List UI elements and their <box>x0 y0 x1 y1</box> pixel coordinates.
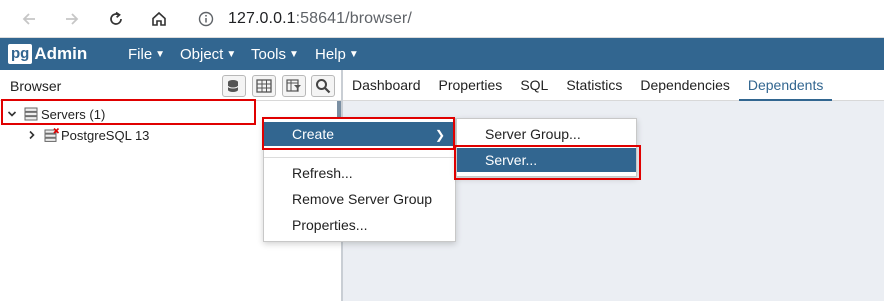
tab-dependencies[interactable]: Dependencies <box>631 70 739 101</box>
logo-pg: pg <box>8 44 33 64</box>
tree-node-postgresql-label: PostgreSQL 13 <box>61 127 150 143</box>
table-icon <box>256 79 272 93</box>
tab-dashboard[interactable]: Dashboard <box>343 70 430 101</box>
tab-dependents[interactable]: Dependents <box>738 70 833 101</box>
search-icon <box>316 79 331 94</box>
annotation-box-create <box>262 117 455 150</box>
main-tabs: Dashboard Properties SQL Statistics Depe… <box>343 70 884 101</box>
chevron-down-icon: ▼ <box>155 48 166 60</box>
back-button[interactable] <box>19 9 39 29</box>
address-bar[interactable]: 127.0.0.1:58641/browser/ <box>186 4 884 34</box>
database-icon <box>227 80 239 92</box>
tab-sql-label: SQL <box>520 77 549 93</box>
logo-admin: Admin <box>34 44 88 63</box>
tab-sql[interactable]: SQL <box>511 70 557 101</box>
forward-button[interactable] <box>62 9 82 29</box>
browser-panel-title: Browser <box>10 78 62 94</box>
context-menu-refresh-label: Refresh... <box>292 165 353 181</box>
home-button[interactable] <box>149 9 169 29</box>
submenu-server-group-label: Server Group... <box>485 126 581 142</box>
menu-tools[interactable]: Tools ▼ <box>251 38 299 70</box>
browser-chrome: 127.0.0.1:58641/browser/ <box>0 0 884 38</box>
menu-object[interactable]: Object ▼ <box>180 38 236 70</box>
tab-dependencies-label: Dependencies <box>640 77 730 93</box>
context-menu-remove-server-group[interactable]: Remove Server Group <box>264 187 455 211</box>
context-menu-remove-label: Remove Server Group <box>292 191 433 207</box>
annotation-box-server <box>454 145 641 180</box>
menu-tools-label: Tools <box>251 45 287 63</box>
chevron-down-icon: ▼ <box>348 48 359 60</box>
tree-node-postgresql[interactable]: PostgreSQL 13 <box>26 124 149 146</box>
tab-statistics[interactable]: Statistics <box>557 70 631 101</box>
browser-panel-header: Browser <box>0 70 341 101</box>
pgadmin-navbar: pg Admin File ▼ Object ▼ Tools ▼ Help ▼ <box>0 38 884 70</box>
url-text: 127.0.0.1:58641/browser/ <box>228 10 412 28</box>
reload-icon <box>110 11 122 25</box>
tab-properties[interactable]: Properties <box>430 70 512 101</box>
filter-table-icon <box>286 79 301 92</box>
submenu-server-group[interactable]: Server Group... <box>457 122 636 146</box>
query-tool-button[interactable] <box>222 75 246 97</box>
search-objects-button[interactable] <box>311 75 335 97</box>
menu-file[interactable]: File ▼ <box>128 38 165 70</box>
menu-divider <box>264 157 455 158</box>
chevron-down-icon: ▼ <box>289 48 299 60</box>
server-disconnected-icon <box>44 127 60 142</box>
url-host: 127.0.0.1 <box>228 10 296 27</box>
context-menu-properties-label: Properties... <box>292 217 368 233</box>
tab-dependents-label: Dependents <box>747 77 824 93</box>
chevron-down-icon: ▼ <box>226 48 237 60</box>
menu-help[interactable]: Help ▼ <box>315 38 359 70</box>
chevron-right-icon[interactable] <box>26 129 38 141</box>
pgadmin-logo: pg Admin <box>8 43 87 65</box>
view-data-button[interactable] <box>252 75 276 97</box>
url-path: :58641/browser/ <box>295 10 412 27</box>
context-menu-properties[interactable]: Properties... <box>264 213 455 237</box>
info-icon[interactable] <box>198 11 214 27</box>
annotation-box-servers <box>1 99 256 125</box>
back-arrow-icon <box>22 13 35 25</box>
tab-properties-label: Properties <box>438 77 503 93</box>
tab-statistics-label: Statistics <box>566 77 623 93</box>
context-menu-refresh[interactable]: Refresh... <box>264 161 455 185</box>
home-icon <box>152 11 166 26</box>
reload-button[interactable] <box>106 9 126 29</box>
menu-object-label: Object <box>180 45 224 63</box>
pgadmin-window: 127.0.0.1:58641/browser/ pg Admin File ▼ … <box>0 0 884 301</box>
menu-file-label: File <box>128 45 153 63</box>
forward-arrow-icon <box>66 13 79 25</box>
menu-help-label: Help <box>315 45 346 63</box>
filter-rows-button[interactable] <box>282 75 306 97</box>
tab-dashboard-label: Dashboard <box>352 77 421 93</box>
